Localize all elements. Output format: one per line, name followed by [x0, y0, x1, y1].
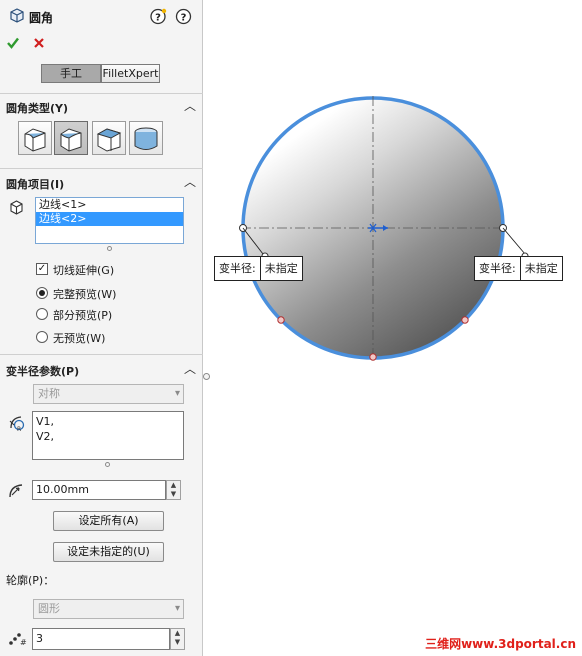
full-round-fillet-icon [134, 127, 158, 150]
svg-text:?: ? [155, 13, 161, 24]
symmetry-select[interactable]: 对称 ▾ [33, 384, 184, 404]
no-preview-radio[interactable] [36, 331, 48, 343]
list-item[interactable]: V1, [36, 414, 180, 429]
edge-selection-icon [10, 200, 23, 215]
radius-spinner[interactable]: ▲ ▼ [166, 480, 181, 500]
chevron-down-icon: ▾ [174, 603, 180, 614]
callout-value[interactable]: 未指定 [261, 257, 302, 280]
symmetry-value: 对称 [38, 387, 60, 400]
spin-up-icon[interactable]: ▲ [171, 629, 184, 638]
tab-manual[interactable]: 手工 [41, 64, 101, 83]
fillet-feature-icon [10, 8, 24, 23]
radius-icon [9, 484, 23, 498]
checkmark-icon[interactable] [6, 36, 20, 50]
instance-point[interactable] [461, 316, 469, 324]
profile-value: 圆形 [38, 602, 60, 615]
vertex-radius-icon: R [9, 416, 25, 433]
collapse-arrow-icon[interactable]: ︿ [183, 99, 197, 113]
callout-leader [502, 227, 526, 255]
variable-radius-callout-v1[interactable]: 变半径: 未指定 [214, 256, 303, 281]
fillet-items-title: 圆角项目(I) [6, 178, 65, 191]
property-manager-panel: 圆角 ? ? 手工 FilletXpert 圆角类型(Y) ︿ 圆角项目(I) … [0, 0, 210, 656]
tangent-propagation-checkbox[interactable]: ✓ [36, 263, 48, 275]
list-item[interactable]: V2, [36, 429, 180, 444]
set-unassigned-button[interactable]: 设定未指定的(U) [53, 542, 164, 562]
partial-preview-radio[interactable] [36, 308, 48, 320]
callout-label: 变半径: [475, 257, 521, 280]
variable-params-title: 变半径参数(P) [6, 365, 80, 378]
no-preview-label: 无预览(W) [53, 332, 106, 345]
svg-text:#: # [20, 638, 27, 647]
instance-point[interactable] [369, 353, 377, 361]
resize-handle[interactable] [107, 246, 112, 251]
cancel-icon[interactable] [33, 37, 45, 49]
svg-text:R: R [17, 426, 21, 433]
collapse-arrow-icon[interactable]: ︿ [183, 175, 197, 189]
spin-down-icon[interactable]: ▼ [171, 638, 184, 647]
panel-title: 圆角 [29, 11, 54, 25]
constant-fillet-icon [24, 128, 46, 152]
section-divider [0, 354, 203, 355]
callout-label: 变半径: [215, 257, 261, 280]
full-preview-radio[interactable] [36, 287, 48, 299]
spin-down-icon[interactable]: ▼ [167, 490, 180, 499]
fillet-type-title: 圆角类型(Y) [6, 102, 69, 115]
full-preview-label: 完整预览(W) [53, 288, 117, 301]
tab-filletxpert[interactable]: FilletXpert [101, 64, 160, 83]
constant-size-fillet-button[interactable] [18, 121, 52, 155]
instances-icon: # [9, 633, 27, 647]
variable-radius-callout-v2[interactable]: 变半径: 未指定 [474, 256, 563, 281]
svg-text:?: ? [181, 13, 187, 24]
profile-select[interactable]: 圆形 ▾ [33, 599, 184, 619]
variable-size-fillet-button[interactable] [54, 121, 88, 155]
graphics-area[interactable]: 变半径: 未指定 变半径: 未指定 三维网www.3dportal.cn [204, 0, 582, 656]
vertex-list[interactable]: V1, V2, [32, 411, 184, 460]
profile-label: 轮廓(P)： [6, 574, 55, 587]
face-fillet-icon [96, 128, 122, 152]
help-icon[interactable]: ? [150, 8, 167, 25]
callout-value[interactable]: 未指定 [521, 257, 562, 280]
list-item[interactable]: 边线<1> [36, 198, 183, 212]
variable-fillet-icon [60, 128, 82, 152]
model-viewport [239, 96, 529, 361]
chevron-down-icon: ▾ [174, 388, 180, 399]
resize-handle[interactable] [105, 462, 110, 467]
detailed-help-icon[interactable]: ? [175, 8, 192, 25]
tangent-propagation-label: 切线延伸(G) [53, 264, 115, 277]
edge-selection-list[interactable]: 边线<1> 边线<2> [35, 197, 184, 244]
face-fillet-button[interactable] [92, 121, 126, 155]
spin-up-icon[interactable]: ▲ [167, 481, 180, 490]
watermark: 三维网www.3dportal.cn [425, 637, 576, 651]
full-round-fillet-button[interactable] [129, 121, 163, 155]
instances-input[interactable]: 3 [32, 628, 170, 650]
section-divider [0, 168, 203, 169]
partial-preview-label: 部分预览(P) [53, 309, 113, 322]
set-all-button[interactable]: 设定所有(A) [53, 511, 164, 531]
instances-spinner[interactable]: ▲ ▼ [170, 628, 185, 650]
radius-input[interactable]: 10.00mm [32, 480, 166, 500]
instance-point[interactable] [277, 316, 285, 324]
list-item[interactable]: 边线<2> [36, 212, 183, 226]
section-divider [0, 93, 203, 94]
collapse-arrow-icon[interactable]: ︿ [183, 362, 197, 376]
